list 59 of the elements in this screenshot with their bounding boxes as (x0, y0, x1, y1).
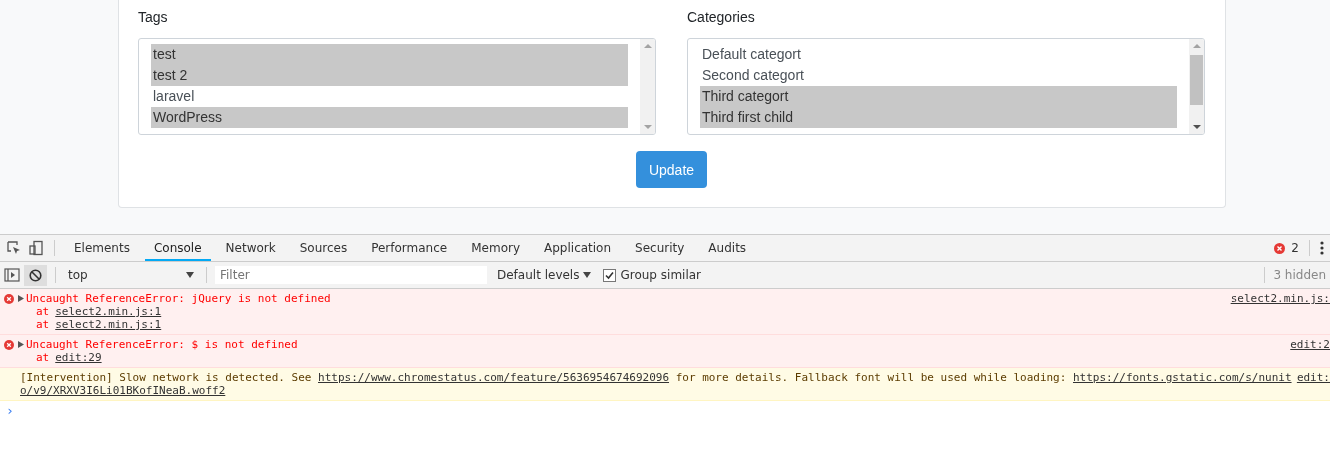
stack-prefix: at (36, 305, 50, 318)
source-link[interactable]: edit:2 (1290, 338, 1330, 351)
devtools-tab[interactable]: Performance (362, 235, 457, 261)
stack-link[interactable]: select2.min.js:1 (55, 305, 162, 318)
list-option[interactable]: Second categort (700, 65, 1177, 86)
hidden-count: 3 hidden (1273, 268, 1326, 282)
multi-select-list[interactable]: test test 2 laravel WordPress (138, 38, 656, 135)
console-prompt[interactable]: › (0, 401, 1330, 420)
error-text: Uncaught ReferenceError: jQuery is not defined (26, 292, 331, 305)
error-icon (4, 340, 14, 350)
inspect-element-icon[interactable] (6, 240, 22, 256)
more-options-icon[interactable] (1320, 241, 1324, 255)
stack-link[interactable]: edit:29 (55, 351, 102, 364)
devtools-tab[interactable]: Memory (462, 235, 529, 261)
list-option[interactable]: WordPress (151, 107, 628, 128)
caret-icon (583, 272, 592, 278)
devtools-tab[interactable]: Sources (290, 235, 357, 261)
error-text: Uncaught ReferenceError: $ is not defined (26, 338, 298, 351)
list-option[interactable]: laravel (151, 86, 628, 107)
field-label: Categories (687, 8, 756, 26)
list-option[interactable]: Third categort (700, 86, 1177, 107)
stack-prefix: at (36, 318, 50, 331)
filter-field[interactable]: Filter (215, 266, 487, 284)
font-link[interactable]: o/v9/XRXV3I6Li01BKofINeaB.woff2 (20, 384, 226, 397)
log-levels-dropdown[interactable]: Default levels (497, 268, 580, 282)
context-dropdown[interactable]: top (64, 268, 198, 282)
device-toolbar-icon[interactable] (28, 240, 44, 256)
devtools-tab[interactable]: Elements (65, 235, 139, 261)
list-option[interactable]: test 2 (151, 65, 628, 86)
expand-triangle-icon[interactable] (18, 341, 24, 348)
font-link[interactable]: https://fonts.gstatic.com/s/nunit (1073, 371, 1292, 384)
expand-triangle-icon[interactable] (18, 295, 24, 302)
group-similar-checkbox[interactable] (603, 268, 617, 282)
source-link[interactable]: select2.min.js: (1230, 292, 1330, 305)
warning-text: [Intervention] Slow network is detected. See https://www.chromestatus.com/feature/5636954674692096 for more details. Fallback font will be used while loading: https://fonts.gstatic.com/s/nunit o/v9/XRXV3I6Li01BKofINeaB.woff2 (20, 371, 1293, 397)
caret-icon (186, 272, 194, 278)
source-link[interactable]: edit: (1296, 371, 1330, 384)
list-option[interactable]: test (151, 44, 628, 65)
clear-console-button[interactable] (24, 264, 47, 286)
stack-link[interactable]: select2.min.js:1 (55, 318, 162, 331)
devtools-tab[interactable]: Network (216, 235, 285, 261)
error-icon (1274, 242, 1286, 254)
list-option[interactable]: Default categort (700, 44, 1177, 65)
checkmark-icon (605, 270, 615, 280)
checkbox-label: Group similar (620, 268, 702, 282)
sidebar-toggle-icon[interactable] (4, 268, 20, 282)
devtools-tab[interactable]: Application (535, 235, 621, 261)
error-count[interactable]: 2 (1291, 241, 1299, 255)
error-icon (4, 294, 14, 304)
devtools-tab[interactable]: Audits (699, 235, 756, 261)
clear-console-icon[interactable] (29, 268, 42, 282)
stack-prefix: at (36, 351, 50, 364)
field-label: Tags (138, 8, 169, 26)
scrollbar[interactable] (1189, 39, 1204, 134)
feature-link[interactable]: https://www.chromestatus.com/feature/5636954674692096 (318, 371, 669, 384)
devtools-tab[interactable]: Security (626, 235, 694, 261)
multi-select-list[interactable]: Default categort Second categort Third categort Third first child (687, 38, 1205, 135)
scroll-down-arrow-icon[interactable] (1192, 124, 1201, 130)
list-option[interactable]: Third first child (700, 107, 1177, 128)
